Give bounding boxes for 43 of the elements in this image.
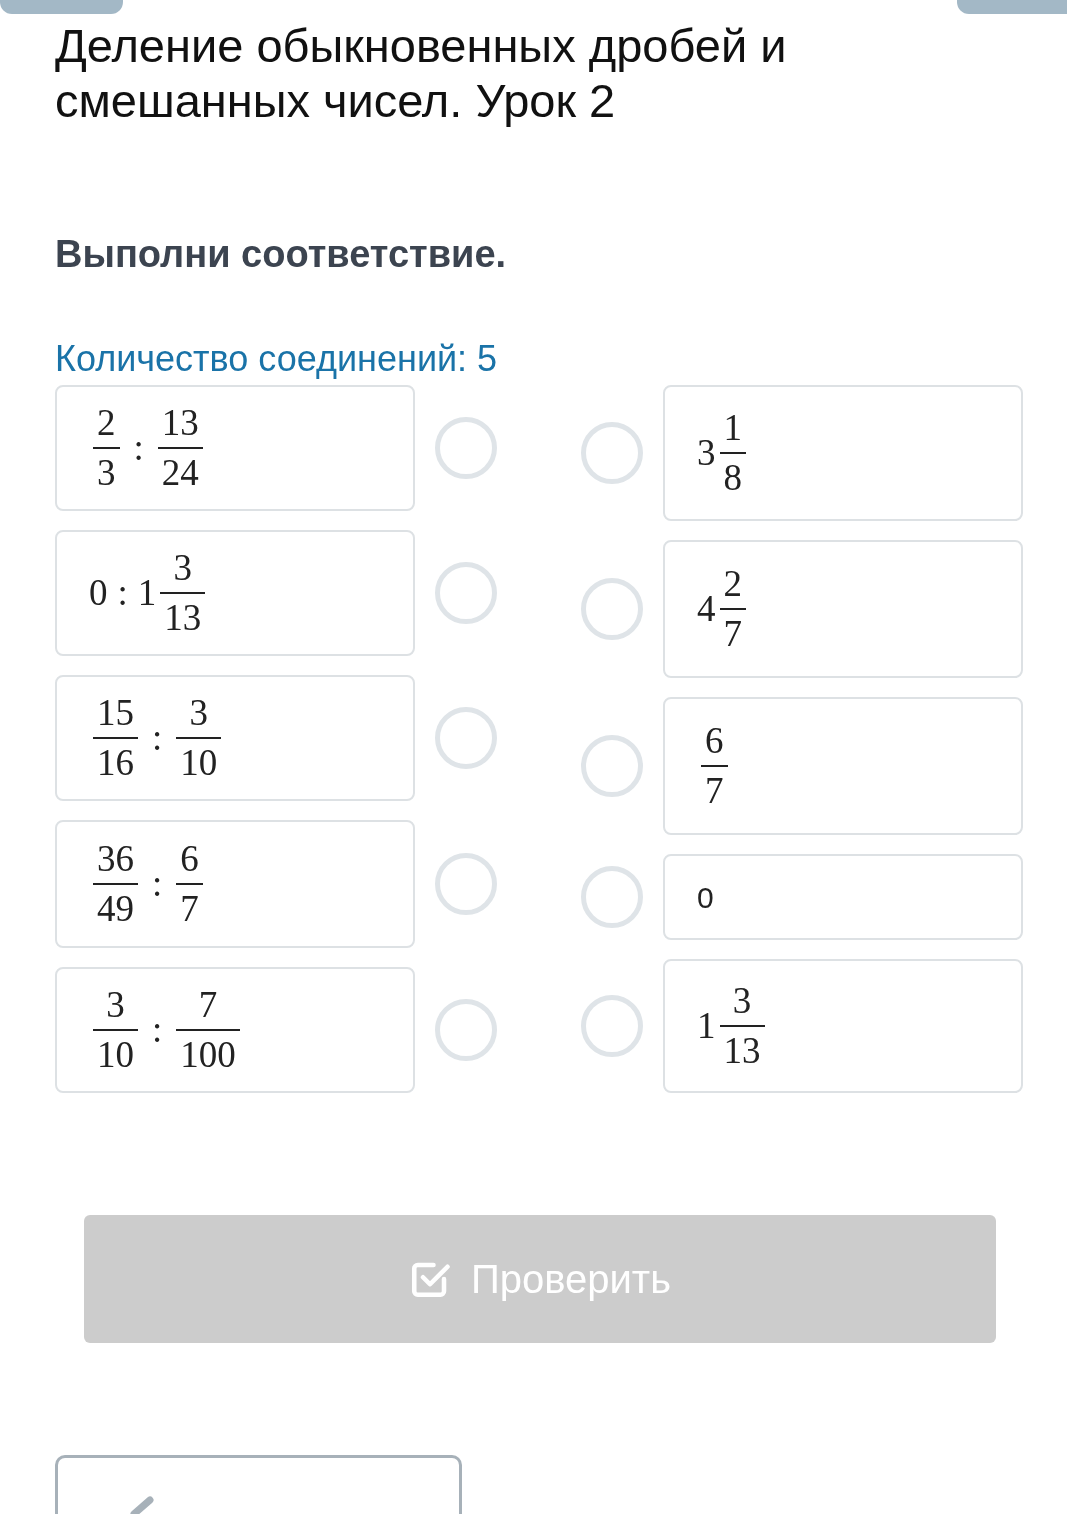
division-sign: : xyxy=(117,571,128,616)
numerator: 2 xyxy=(96,400,117,445)
denominator: 100 xyxy=(179,1033,237,1077)
denominator: 3 xyxy=(96,451,117,495)
numerator: 2 xyxy=(722,561,743,606)
whole-number: 1 xyxy=(697,1004,716,1049)
whole-number: 4 xyxy=(697,587,716,632)
back-button[interactable] xyxy=(55,1455,462,1514)
numerator: 1 xyxy=(722,405,743,450)
division-sign: : xyxy=(152,716,163,761)
division-sign: : xyxy=(152,862,163,907)
connections-count: Количество соединений: 5 xyxy=(55,337,499,381)
number: 0 xyxy=(89,571,108,616)
numerator: 6 xyxy=(179,836,200,881)
denominator: 49 xyxy=(96,887,135,931)
numerator: 3 xyxy=(188,690,210,735)
denominator: 24 xyxy=(160,451,200,495)
denominator: 13 xyxy=(163,596,203,640)
denominator: 8 xyxy=(722,456,743,500)
lesson-title: Деление обыкновенных дробей и смешанных чисел. Урок 2 xyxy=(55,18,788,128)
denominator: 16 xyxy=(96,741,135,785)
denominator: 10 xyxy=(179,741,219,785)
numerator: 13 xyxy=(160,400,200,445)
denominator: 7 xyxy=(722,612,743,656)
numerator: 3 xyxy=(172,545,194,590)
denominator: 7 xyxy=(704,769,725,813)
denominator: 13 xyxy=(722,1029,762,1073)
division-sign: : xyxy=(133,426,144,471)
expression-card[interactable]: 0 xyxy=(663,854,1023,940)
numerator: 15 xyxy=(96,690,135,735)
denominator: 10 xyxy=(96,1033,135,1077)
answer-text: 0 xyxy=(697,879,714,916)
denominator: 7 xyxy=(179,887,200,931)
task-instruction: Выполни соответствие. xyxy=(55,232,508,277)
division-sign: : xyxy=(152,1008,163,1053)
whole-number: 3 xyxy=(697,431,716,476)
numerator: 36 xyxy=(96,836,135,881)
numerator: 6 xyxy=(704,718,725,763)
expression-card[interactable]: 6 7 xyxy=(663,697,1023,835)
whole-number: 1 xyxy=(137,571,157,616)
numerator: 3 xyxy=(105,982,126,1027)
numerator: 3 xyxy=(731,978,753,1023)
numerator: 7 xyxy=(197,982,219,1027)
